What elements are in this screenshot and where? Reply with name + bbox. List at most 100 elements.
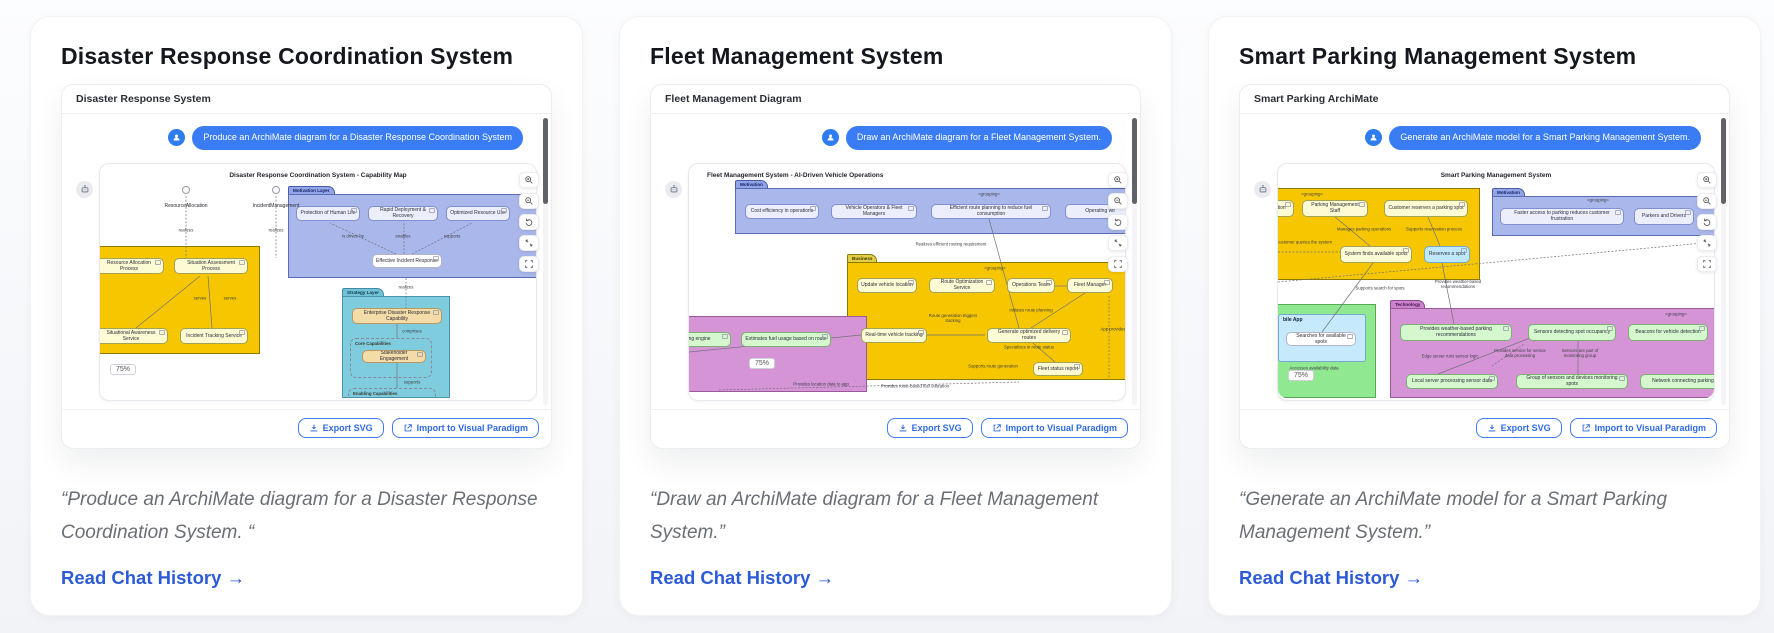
reset-icon xyxy=(1702,217,1712,227)
diagram-edge-label: App provides xyxy=(1100,326,1125,331)
zoom-out-button[interactable] xyxy=(1697,193,1717,209)
zoom-in-button[interactable] xyxy=(1697,172,1717,188)
diagram-node: Efficient route planning to reduce fuel … xyxy=(931,204,1051,219)
import-visual-paradigm-button[interactable]: Import to Visual Paradigm xyxy=(981,418,1128,438)
diagram-edge-label: «grouping» xyxy=(1665,311,1687,316)
testimonial-quote: “Draw an ArchiMate diagram for a Fleet M… xyxy=(650,483,1141,550)
diagram-panel: Motivationbile AppTechnologycationParkin… xyxy=(1277,163,1715,401)
user-message-row: Draw an ArchiMate diagram for a Fleet Ma… xyxy=(665,126,1126,150)
scrollbar-track[interactable] xyxy=(1132,118,1137,405)
reset-view-button[interactable] xyxy=(1697,214,1717,230)
zoom-level-badge: 75% xyxy=(110,364,136,375)
diagram-node: Reserves a spot xyxy=(1424,246,1470,263)
assistant-message-row: Motivation LayerStrategy LayerResource A… xyxy=(76,163,537,401)
zoom-in-button[interactable] xyxy=(1108,172,1128,188)
export-svg-button[interactable]: Export SVG xyxy=(1476,418,1562,438)
read-chat-history-link[interactable]: Read Chat History → xyxy=(1239,567,1423,589)
diagram-node: cation xyxy=(1278,200,1294,217)
read-chat-history-link[interactable]: Read Chat History → xyxy=(650,567,834,589)
zoom-out-icon xyxy=(524,196,534,206)
diagram-edge-label: realizes xyxy=(269,227,284,232)
download-icon xyxy=(309,423,319,433)
diagram-node: Enabling Capabilities xyxy=(348,388,436,398)
fullscreen-button[interactable] xyxy=(519,256,539,272)
reset-view-button[interactable] xyxy=(519,214,539,230)
diagram-title: Smart Parking Management System xyxy=(1278,172,1714,179)
diagram-node: Fleet Manager xyxy=(1067,278,1113,293)
diagram-node: Incident Tracking Service xyxy=(180,328,248,344)
fit-view-button[interactable] xyxy=(519,235,539,251)
chat-area: Generate an ArchiMate model for a Smart … xyxy=(1240,114,1729,409)
diagram-panel: MotivationBusinessCost efficiency in ope… xyxy=(688,163,1126,401)
diagram-node: Estimates fuel usage based on route xyxy=(741,332,831,347)
diagram-node: Vehicle Operators & Fleet Managers xyxy=(831,204,917,219)
fit-view-icon xyxy=(524,238,534,248)
read-chat-history-link[interactable]: Read Chat History → xyxy=(61,567,245,589)
fullscreen-icon xyxy=(1113,259,1123,269)
diagram-edge-label: Supports search for spots xyxy=(1356,285,1405,290)
testimonial-quote: “Produce an ArchiMate diagram for a Disa… xyxy=(61,483,552,550)
diagram-edge-label: Provides route-based fuel utilization xyxy=(877,383,953,388)
case-card: Fleet Management System Fleet Management… xyxy=(619,16,1172,616)
chat-area: Draw an ArchiMate diagram for a Fleet Ma… xyxy=(651,114,1140,409)
diagram-edge-label: Provides weather-based recommendations xyxy=(1425,279,1491,289)
diagram-node: Cost efficiency in operations xyxy=(745,204,819,219)
scrollbar-thumb[interactable] xyxy=(543,118,548,204)
diagram-edge-label: supports xyxy=(444,233,460,238)
diagram-node: Optimized Resource Use xyxy=(446,206,510,221)
archimate-diagram-canvas[interactable]: Motivationbile AppTechnologycationParkin… xyxy=(1278,166,1714,398)
user-avatar-icon xyxy=(1365,129,1382,146)
diagram-node: Searches for available spots xyxy=(1286,332,1356,346)
diagram-edge-label: Supports reservation process xyxy=(1406,226,1462,231)
diagram-edge-label: «grouping» xyxy=(978,191,1000,196)
scrollbar-thumb[interactable] xyxy=(1721,118,1726,204)
window-title: Fleet Management Diagram xyxy=(665,93,802,105)
scrollbar-track[interactable] xyxy=(543,118,548,405)
zoom-out-button[interactable] xyxy=(1108,193,1128,209)
zoom-level-badge: 75% xyxy=(1288,370,1314,381)
card-title: Smart Parking Management System xyxy=(1239,43,1730,70)
case-card-row: Disaster Response Coordination System Di… xyxy=(30,16,1744,616)
scrollbar-track[interactable] xyxy=(1721,118,1726,405)
fit-view-button[interactable] xyxy=(1697,235,1717,251)
import-visual-paradigm-button[interactable]: Import to Visual Paradigm xyxy=(392,418,539,438)
diagram-edge-label: Specializes in route status xyxy=(1004,344,1054,349)
export-svg-button[interactable]: Export SVG xyxy=(887,418,973,438)
export-svg-button[interactable]: Export SVG xyxy=(298,418,384,438)
external-link-icon xyxy=(1581,423,1591,433)
user-avatar-icon xyxy=(822,129,839,146)
diagram-node: Route Optimization Service xyxy=(929,278,995,293)
scrollbar-thumb[interactable] xyxy=(1132,118,1137,204)
diagram-edge-label: Initiates route planning xyxy=(1009,307,1052,312)
diagram-edge-label: comprises xyxy=(402,328,422,333)
fullscreen-button[interactable] xyxy=(1697,256,1717,272)
app-window: Smart Parking ArchiMate Generate an Arch… xyxy=(1239,84,1730,449)
reset-view-button[interactable] xyxy=(1108,214,1128,230)
diagram-edge-label: Manages parking operations xyxy=(1337,226,1391,231)
zoom-out-icon xyxy=(1702,196,1712,206)
assistant-message-row: MotivationBusinessCost efficiency in ope… xyxy=(665,163,1126,401)
diagram-node: Fleet status report xyxy=(1033,362,1083,376)
diagram-edge-label: Edge server runs sensor logic xyxy=(1422,353,1479,358)
diagram-edge-label: Provides service for sensor data process… xyxy=(1490,348,1550,358)
diagram-node: Resource Allocation Process xyxy=(100,258,164,274)
archimate-diagram-canvas[interactable]: MotivationBusinessCost efficiency in ope… xyxy=(689,166,1125,398)
testimonial-quote: “Generate an ArchiMate model for a Smart… xyxy=(1239,483,1730,550)
archimate-diagram-canvas[interactable]: Motivation LayerStrategy LayerResource A… xyxy=(100,166,536,398)
app-window: Fleet Management Diagram Draw an ArchiMa… xyxy=(650,84,1141,449)
zoom-in-button[interactable] xyxy=(519,172,539,188)
diagram-layer-tab: Motivation xyxy=(735,180,768,188)
import-visual-paradigm-button[interactable]: Import to Visual Paradigm xyxy=(1570,418,1717,438)
fullscreen-button[interactable] xyxy=(1108,256,1128,272)
diagram-layer-tab: Motivation xyxy=(1492,188,1525,196)
diagram-edge-label: Provides location data to app xyxy=(793,381,848,386)
diagram-node: System finds available spots xyxy=(1340,246,1412,263)
fit-view-button[interactable] xyxy=(1108,235,1128,251)
zoom-out-button[interactable] xyxy=(519,193,539,209)
case-card: Disaster Response Coordination System Di… xyxy=(30,16,583,616)
assistant-avatar-icon xyxy=(665,181,682,198)
zoom-in-icon xyxy=(1113,175,1123,185)
diagram-node: Rapid Deployment & Recovery xyxy=(368,206,438,221)
diagram-node: ing engine xyxy=(689,332,731,347)
external-link-icon xyxy=(403,423,413,433)
